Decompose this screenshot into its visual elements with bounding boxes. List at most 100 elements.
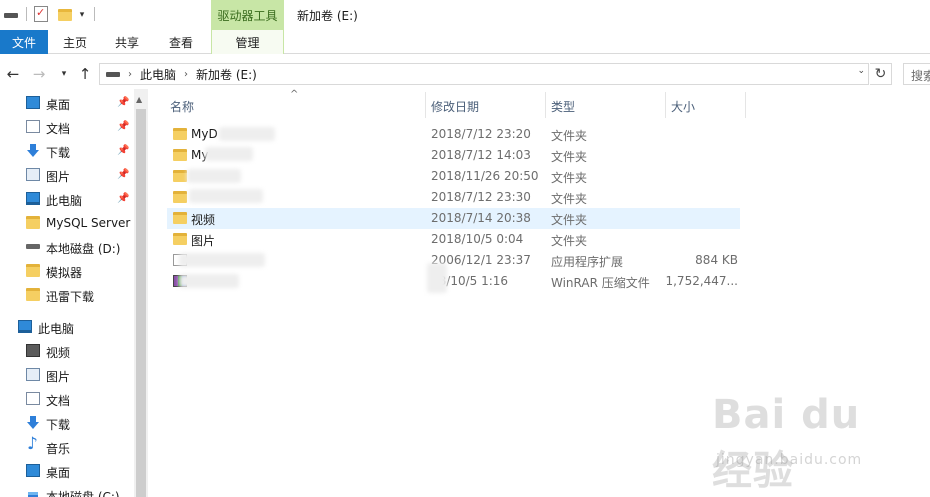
window-title: 新加卷 (E:) bbox=[297, 9, 358, 23]
back-arrow-icon[interactable]: ← bbox=[2, 63, 24, 85]
file-date: 2018/10/5 0:04 bbox=[431, 232, 524, 246]
column-header-date[interactable]: 修改日期 bbox=[431, 98, 479, 115]
sidebar-item-this-pc-quick[interactable]: 此电脑 📌 bbox=[0, 187, 134, 211]
navigation-pane-scrollbar[interactable]: ▲ bbox=[134, 89, 148, 497]
search-input[interactable]: 搜索 bbox=[903, 63, 930, 85]
sidebar-item-label: 此电脑 bbox=[46, 194, 83, 208]
file-row[interactable]: 2018/11/26 20:50 文件夹 bbox=[167, 166, 740, 187]
pin-icon[interactable]: 📌 bbox=[117, 169, 129, 180]
download-icon bbox=[26, 144, 40, 157]
pin-icon[interactable]: 📌 bbox=[117, 97, 129, 108]
sidebar-item-xunlei-downloads[interactable]: 迅雷下载 bbox=[0, 283, 134, 307]
properties-icon[interactable] bbox=[34, 6, 48, 22]
file-date: 2018/7/12 23:20 bbox=[431, 127, 531, 141]
documents-icon bbox=[26, 120, 40, 133]
sidebar-item-music[interactable]: 音乐 bbox=[0, 434, 134, 459]
column-header-type[interactable]: 类型 bbox=[551, 98, 575, 115]
sidebar-item-label: 下载 bbox=[46, 418, 71, 432]
sidebar-item-local-disk-c[interactable]: 本地磁盘 (C:) bbox=[0, 483, 134, 497]
folder-icon bbox=[173, 128, 187, 140]
navigation-pane: 桌面 📌 文档 📌 下载 📌 图片 📌 此电脑 📌 MySQL Server 本… bbox=[0, 89, 134, 497]
column-divider[interactable] bbox=[745, 92, 746, 118]
folder-icon bbox=[173, 212, 187, 224]
this-pc-icon bbox=[26, 192, 40, 205]
context-tab-header: 驱动器工具 bbox=[211, 0, 284, 30]
breadcrumb-chevron-icon[interactable]: › bbox=[184, 69, 188, 80]
column-header-size[interactable]: 大小 bbox=[671, 98, 695, 115]
sidebar-item-videos[interactable]: 视频 bbox=[0, 339, 134, 363]
file-type: 文件夹 bbox=[551, 150, 588, 164]
sort-ascending-icon: ^ bbox=[290, 89, 299, 100]
customize-dropdown-icon[interactable]: ▾ bbox=[76, 6, 88, 24]
sidebar-item-label: MySQL Server bbox=[46, 216, 131, 230]
sidebar-item-downloads-pc[interactable]: 下载 bbox=[0, 411, 134, 435]
sidebar-item-label: 迅雷下载 bbox=[46, 290, 95, 304]
sidebar-item-label: 此电脑 bbox=[38, 322, 75, 336]
tab-share[interactable]: 共享 bbox=[104, 30, 150, 54]
refresh-icon[interactable]: ↻ bbox=[870, 63, 892, 85]
address-bar[interactable]: › 此电脑 › 新加卷 (E:) ⌄ bbox=[99, 63, 869, 85]
file-row-selected[interactable]: 视频 2018/7/14 20:38 文件夹 bbox=[167, 208, 740, 229]
tab-home[interactable]: 主页 bbox=[52, 30, 98, 54]
tab-manage[interactable]: 管理 bbox=[211, 30, 284, 54]
sidebar-item-label: 桌面 bbox=[46, 98, 71, 112]
file-size: 1,752,447... bbox=[665, 274, 738, 288]
file-type: 文件夹 bbox=[551, 213, 588, 227]
column-divider[interactable] bbox=[665, 92, 666, 118]
sidebar-item-desktop-pc[interactable]: 桌面 bbox=[0, 459, 134, 483]
redacted-area bbox=[205, 147, 253, 161]
documents-icon bbox=[26, 392, 40, 405]
column-divider[interactable] bbox=[545, 92, 546, 118]
sidebar-item-desktop[interactable]: 桌面 📌 bbox=[0, 91, 134, 115]
sidebar-item-documents-pc[interactable]: 文档 bbox=[0, 387, 134, 411]
scrollbar-thumb[interactable] bbox=[136, 109, 146, 497]
sidebar-item-downloads[interactable]: 下载 📌 bbox=[0, 139, 134, 163]
desktop-icon bbox=[26, 96, 40, 109]
file-name: MyD bbox=[191, 127, 218, 141]
tab-file[interactable]: 文件 bbox=[0, 30, 48, 54]
file-size: 884 KB bbox=[695, 253, 738, 267]
address-history-dropdown-icon[interactable]: ⌄ bbox=[857, 66, 865, 76]
forward-arrow-icon[interactable]: → bbox=[28, 63, 50, 85]
new-folder-icon[interactable] bbox=[58, 6, 72, 24]
breadcrumb-chevron-icon[interactable]: › bbox=[128, 69, 132, 80]
sidebar-item-documents[interactable]: 文档 📌 bbox=[0, 115, 134, 139]
sidebar-item-label: 视频 bbox=[46, 346, 71, 360]
file-row[interactable]: 18/10/5 1:16 WinRAR 压缩文件 1,752,447... bbox=[167, 271, 740, 292]
navigation-bar: ← → ▾ ↑ › 此电脑 › 新加卷 (E:) ⌄ ↻ 搜索 bbox=[0, 59, 930, 89]
tab-view[interactable]: 查看 bbox=[158, 30, 204, 54]
folder-icon bbox=[26, 288, 40, 301]
folder-icon bbox=[26, 216, 40, 229]
sidebar-item-this-pc[interactable]: 此电脑 bbox=[0, 315, 134, 339]
file-type: 文件夹 bbox=[551, 234, 588, 248]
up-arrow-icon[interactable]: ↑ bbox=[74, 63, 96, 85]
sidebar-item-local-disk-d[interactable]: 本地磁盘 (D:) bbox=[0, 235, 134, 259]
file-type: 文件夹 bbox=[551, 192, 588, 206]
sidebar-item-label: 本地磁盘 (D:) bbox=[46, 242, 121, 256]
breadcrumb-drive-e[interactable]: 新加卷 (E:) bbox=[196, 66, 257, 83]
redacted-area bbox=[179, 274, 239, 288]
scroll-up-arrow-icon[interactable]: ▲ bbox=[136, 95, 142, 104]
download-icon bbox=[26, 416, 40, 429]
pin-icon[interactable]: 📌 bbox=[117, 145, 129, 156]
file-row[interactable]: 图片 2018/10/5 0:04 文件夹 bbox=[167, 229, 740, 250]
column-divider[interactable] bbox=[425, 92, 426, 118]
ribbon-tabs: 文件 主页 共享 查看 管理 bbox=[0, 30, 930, 54]
drive-icon bbox=[26, 244, 40, 249]
sidebar-item-pictures[interactable]: 图片 📌 bbox=[0, 163, 134, 187]
sidebar-item-label: 文档 bbox=[46, 122, 71, 136]
quick-access-separator-2 bbox=[94, 7, 95, 21]
pin-icon[interactable]: 📌 bbox=[117, 121, 129, 132]
sidebar-item-label: 图片 bbox=[46, 370, 71, 384]
title-bar: ▾ 驱动器工具 新加卷 (E:) bbox=[0, 0, 930, 30]
sidebar-item-mysql-server[interactable]: MySQL Server bbox=[0, 211, 134, 235]
address-drive-icon bbox=[106, 71, 120, 77]
drive-icon[interactable] bbox=[3, 6, 19, 24]
breadcrumb-this-pc[interactable]: 此电脑 bbox=[140, 66, 176, 83]
sidebar-item-emulator[interactable]: 模拟器 bbox=[0, 259, 134, 283]
pin-icon[interactable]: 📌 bbox=[117, 193, 129, 204]
pictures-icon bbox=[26, 368, 40, 381]
column-header-name[interactable]: 名称 bbox=[170, 98, 194, 115]
recent-locations-chevron-icon[interactable]: ▾ bbox=[56, 63, 72, 85]
sidebar-item-pictures-pc[interactable]: 图片 bbox=[0, 363, 134, 387]
